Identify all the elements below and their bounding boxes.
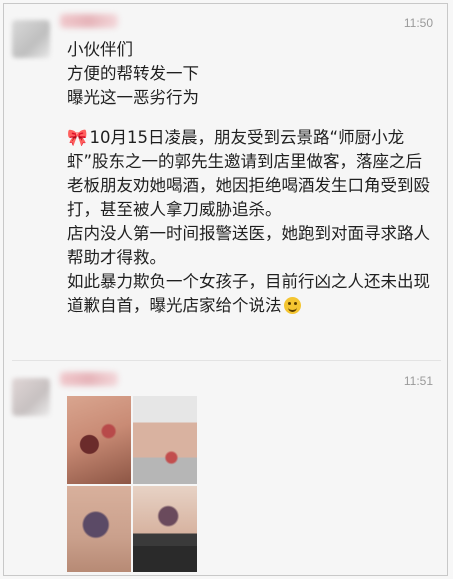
- photo-thumbnail[interactable]: [133, 396, 197, 484]
- message-text: 小伙伴们 方便的帮转发一下 曝光这一恶劣行为 🎀 10月15日凌晨，朋友受到云景路…: [67, 38, 437, 318]
- photo-thumbnail[interactable]: [133, 486, 197, 572]
- photo-thumbnail[interactable]: [67, 396, 131, 484]
- sender-name-blurred: [60, 14, 118, 28]
- photo-thumbnail[interactable]: [67, 486, 131, 572]
- sender-name-blurred: [60, 372, 118, 386]
- message-line: 曝光这一恶劣行为: [67, 88, 199, 107]
- smiling-face-icon: [283, 297, 301, 314]
- divider: [12, 360, 441, 361]
- message-paragraph: 🎀 10月15日凌晨，朋友受到云景路“师厨小龙虾”股东之一的郭先生邀请到店里做客，…: [67, 128, 430, 219]
- avatar[interactable]: [12, 378, 50, 416]
- message-paragraph: 店内没人第一时间报警送医，她跑到对面寻求路人帮助才得救。: [67, 224, 430, 267]
- avatar[interactable]: [12, 20, 50, 58]
- timestamp: 11:51: [403, 374, 433, 388]
- message-paragraph: 如此暴力欺负一个女孩子，目前行凶之人还未出现道歉自首，曝光店家给个说法: [67, 272, 430, 315]
- ribbon-icon: 🎀: [67, 128, 88, 147]
- timestamp: 11:50: [403, 16, 433, 30]
- chat-frame: 11:50 小伙伴们 方便的帮转发一下 曝光这一恶劣行为 🎀 10月15日凌晨，朋…: [0, 0, 453, 579]
- message-line: 方便的帮转发一下: [67, 64, 199, 83]
- message-line: 小伙伴们: [67, 40, 133, 59]
- photo-grid: [67, 396, 197, 572]
